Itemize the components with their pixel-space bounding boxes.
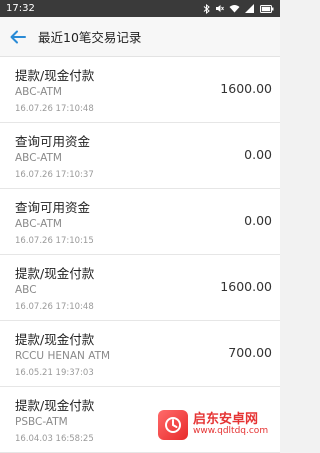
transaction-time: 16.07.26 17:10:48 <box>15 302 94 312</box>
transaction-time: 16.07.26 17:10:48 <box>15 104 94 114</box>
wifi-icon <box>229 5 240 13</box>
back-button[interactable] <box>0 17 36 57</box>
watermark-name: 启东安卓网 <box>193 411 259 427</box>
transaction-amount: 700.00 <box>228 345 272 360</box>
transaction-amount: 1600.00 <box>220 81 272 96</box>
transaction-list: 提款/现金付款 ABC-ATM 16.07.26 17:10:48 1600.0… <box>0 57 280 453</box>
transaction-amount: 1600.00 <box>220 279 272 294</box>
transaction-time: 16.07.26 17:10:37 <box>15 170 94 180</box>
arrow-left-icon <box>10 30 26 43</box>
transaction-time: 16.07.26 17:10:15 <box>15 236 94 246</box>
transaction-title: 提款/现金付款 <box>15 332 95 347</box>
transaction-channel: ABC-ATM <box>15 152 62 164</box>
transaction-row[interactable]: 提款/现金付款 ABC-ATM 16.07.26 17:10:48 1600.0… <box>0 57 280 123</box>
transaction-row[interactable]: 查询可用资金 ABC-ATM 16.07.26 17:10:37 0.00 <box>0 123 280 189</box>
app-bar: 最近10笔交易记录 <box>0 17 280 57</box>
watermark-url: www.qdltdq.com <box>193 426 269 437</box>
transaction-amount: 0.00 <box>244 213 272 228</box>
transaction-channel: ABC <box>15 284 37 296</box>
status-time: 17:32 <box>6 3 35 14</box>
transaction-amount: 0.00 <box>244 147 272 162</box>
transaction-row[interactable]: 查询可用资金 ABC-ATM 16.07.26 17:10:15 0.00 <box>0 189 280 255</box>
status-bar: 17:32 <box>0 0 280 17</box>
transaction-time: 16.05.21 19:37:03 <box>15 368 94 378</box>
watermark-logo-icon <box>158 410 188 440</box>
mute-icon <box>216 5 224 12</box>
transaction-title: 提款/现金付款 <box>15 68 95 83</box>
watermark: 启东安卓网 www.qdltdq.com <box>158 407 276 443</box>
transaction-title: 查询可用资金 <box>15 200 91 215</box>
transaction-row[interactable]: 提款/现金付款 ABC 16.07.26 17:10:48 1600.00 <box>0 255 280 321</box>
page-title: 最近10笔交易记录 <box>38 30 142 45</box>
transaction-title: 提款/现金付款 <box>15 266 95 281</box>
transaction-time: 16.04.03 16:58:25 <box>15 434 94 444</box>
battery-icon <box>260 4 274 13</box>
bluetooth-icon <box>203 3 210 14</box>
transaction-title: 提款/现金付款 <box>15 398 95 413</box>
transaction-channel: PSBC-ATM <box>15 416 68 428</box>
transaction-channel: ABC-ATM <box>15 218 62 230</box>
status-icons <box>203 3 274 14</box>
transaction-channel: RCCU HENAN ATM <box>15 350 111 362</box>
transaction-row[interactable]: 提款/现金付款 RCCU HENAN ATM 16.05.21 19:37:03… <box>0 321 280 387</box>
signal-icon <box>245 4 254 13</box>
transaction-title: 查询可用资金 <box>15 134 91 149</box>
transaction-channel: ABC-ATM <box>15 86 62 98</box>
